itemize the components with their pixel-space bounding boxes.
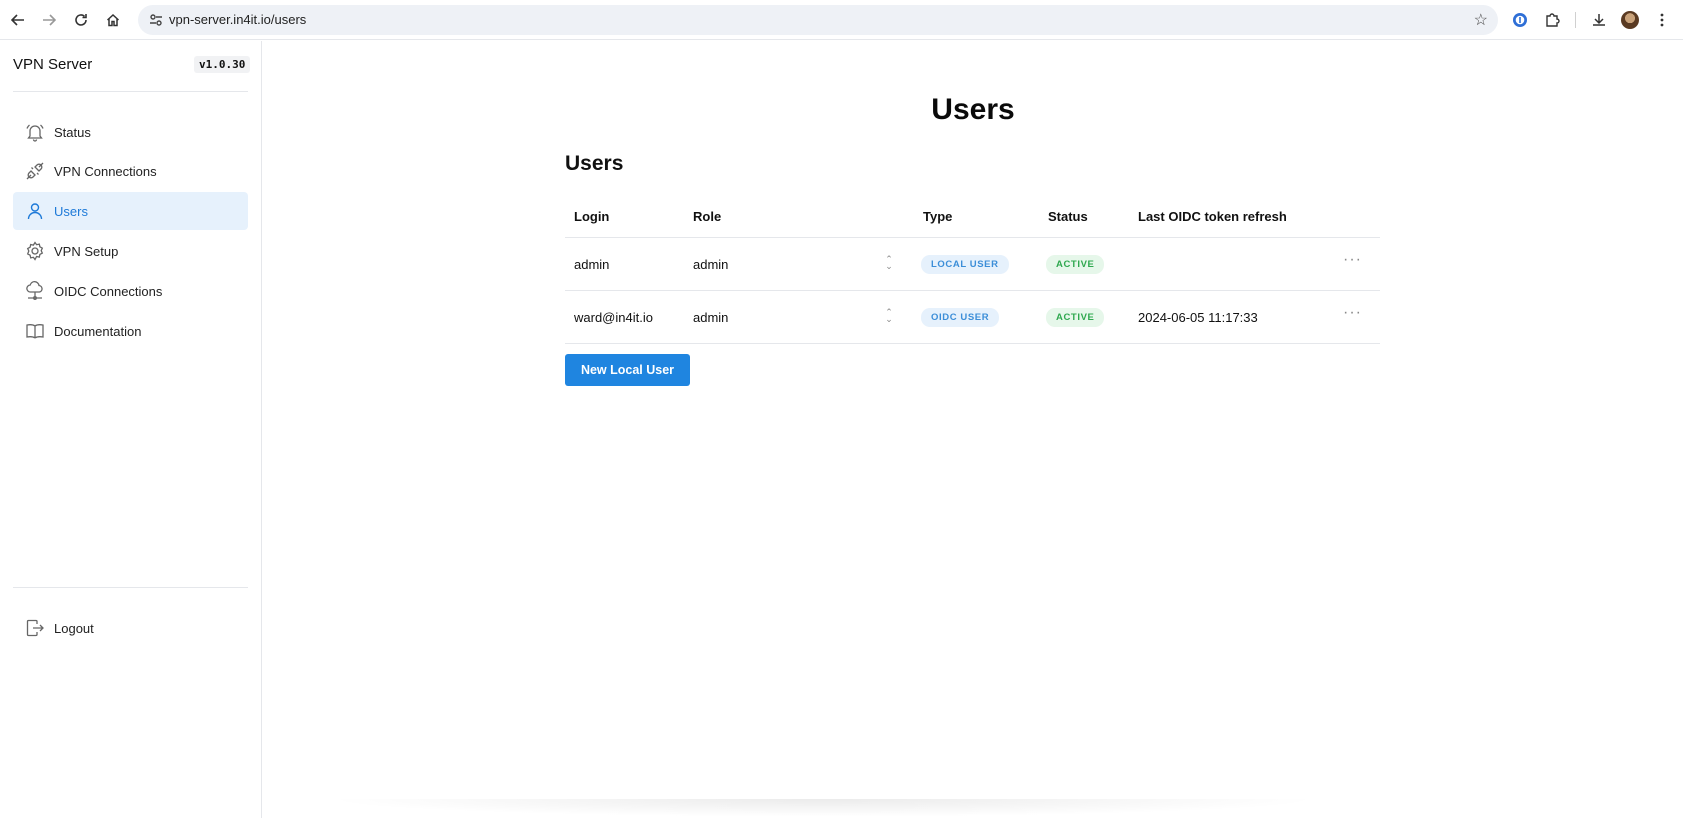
sidebar-divider — [13, 91, 248, 92]
url-text: vpn-server.in4it.io/users — [169, 12, 307, 27]
column-header-status: Status — [1048, 209, 1088, 224]
more-options-icon[interactable]: ··· — [1343, 251, 1362, 269]
sidebar-item-users[interactable]: Users — [13, 192, 248, 230]
site-info-icon[interactable] — [148, 12, 164, 28]
sidebar-divider — [13, 587, 248, 588]
download-icon[interactable] — [1588, 9, 1610, 31]
book-icon — [24, 320, 46, 342]
user-icon — [24, 200, 46, 222]
section-title: Users — [565, 152, 624, 175]
sidebar-item-label: VPN Setup — [54, 243, 119, 259]
chevron-updown-icon[interactable]: ⌃ ⌄ — [884, 308, 894, 324]
profile-avatar[interactable] — [1619, 9, 1641, 31]
brand-name: VPN Server — [13, 56, 93, 73]
sidebar-item-label: Users — [54, 203, 88, 219]
extensions-icon[interactable] — [1541, 9, 1563, 31]
logout-icon — [24, 617, 46, 639]
sidebar-item-status[interactable]: Status — [13, 113, 248, 151]
cell-login: ward@in4it.io — [574, 310, 653, 325]
role-select[interactable]: admin — [693, 310, 728, 325]
version-badge: v1.0.30 — [194, 56, 251, 73]
more-options-icon[interactable]: ··· — [1343, 304, 1362, 322]
page-title: Users — [931, 93, 1015, 126]
sidebar-item-vpn-setup[interactable]: VPN Setup — [13, 232, 248, 270]
address-bar[interactable]: vpn-server.in4it.io/users ☆ — [138, 5, 1498, 35]
sidebar-item-oidc-connections[interactable]: OIDC Connections — [13, 272, 248, 310]
home-icon[interactable] — [102, 9, 124, 31]
status-badge: ACTIVE — [1046, 255, 1105, 274]
sidebar-item-vpn-connections[interactable]: VPN Connections — [13, 152, 248, 190]
users-table: Login Role Type Status Last OIDC token r… — [565, 193, 1380, 344]
table-row: admin admin ⌃ ⌄ LOCAL USER ACTIVE ··· — [565, 238, 1380, 291]
cloud-network-icon — [24, 280, 46, 302]
forward-icon[interactable] — [38, 9, 60, 31]
back-icon[interactable] — [7, 9, 29, 31]
status-badge: ACTIVE — [1046, 308, 1105, 327]
plug-icon — [24, 160, 46, 182]
chevron-updown-icon[interactable]: ⌃ ⌄ — [884, 255, 894, 271]
sidebar-item-label: OIDC Connections — [54, 283, 163, 299]
new-local-user-button[interactable]: New Local User — [565, 354, 690, 386]
sidebar-item-label: VPN Connections — [54, 163, 157, 179]
column-header-last-oidc-refresh: Last OIDC token refresh — [1138, 209, 1287, 224]
browser-menu-icon[interactable] — [1651, 9, 1673, 31]
role-select[interactable]: admin — [693, 257, 728, 272]
browser-toolbar: vpn-server.in4it.io/users ☆ — [0, 0, 1683, 40]
gear-icon — [24, 240, 46, 262]
bookmark-star-icon[interactable]: ☆ — [1474, 10, 1488, 30]
reload-icon[interactable] — [70, 9, 92, 31]
cell-last-refresh: 2024-06-05 11:17:33 — [1138, 310, 1258, 325]
sidebar: VPN Server v1.0.30 Status VPN Connection… — [0, 41, 262, 818]
type-badge: LOCAL USER — [921, 255, 1009, 274]
type-badge: OIDC USER — [921, 308, 1000, 327]
sidebar-item-label: Documentation — [54, 323, 142, 339]
sidebar-item-logout[interactable]: Logout — [13, 609, 248, 647]
sidebar-item-label: Status — [54, 124, 91, 140]
logout-label: Logout — [54, 620, 94, 636]
table-header: Login Role Type Status Last OIDC token r… — [565, 193, 1380, 238]
footer-shadow — [323, 799, 1323, 817]
column-header-role: Role — [693, 209, 722, 224]
sidebar-item-documentation[interactable]: Documentation — [13, 312, 248, 350]
column-header-type: Type — [923, 209, 953, 224]
column-header-login: Login — [574, 209, 610, 224]
table-row: ward@in4it.io admin ⌃ ⌄ OIDC USER ACTIVE … — [565, 291, 1380, 344]
main-content: Users Users Login Role Type Status Last … — [263, 41, 1683, 818]
cell-login: admin — [574, 257, 610, 272]
bell-icon — [24, 121, 46, 143]
password-manager-icon[interactable] — [1509, 9, 1531, 31]
